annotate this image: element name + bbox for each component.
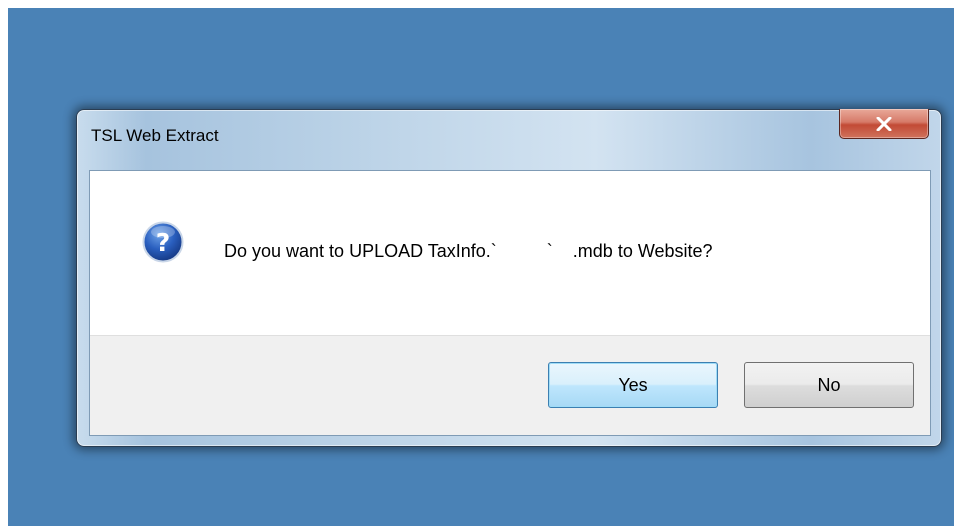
close-button[interactable] [839,109,929,139]
dialog-title: TSL Web Extract [91,126,219,145]
question-icon: ? [142,221,184,263]
dialog-titlebar[interactable]: TSL Web Extract [77,109,941,168]
no-button[interactable]: No [744,362,914,408]
message-text: Do you want to UPLOAD TaxInfo.` ` .mdb t… [224,241,713,261]
message-area: ? Do you want to UPLOAD TaxInfo.` ` .mdb… [90,171,930,335]
svg-text:?: ? [156,228,171,257]
dialog-content: ? Do you want to UPLOAD TaxInfo.` ` .mdb… [89,170,931,436]
yes-button[interactable]: Yes [548,362,718,408]
close-icon [876,116,892,131]
message-dialog: TSL Web Extract ? Do you want to UPLOAD … [76,109,942,447]
button-area: Yes No [90,335,930,435]
desktop-background: TSL Web Extract ? Do you want to UPLOAD … [8,8,954,526]
